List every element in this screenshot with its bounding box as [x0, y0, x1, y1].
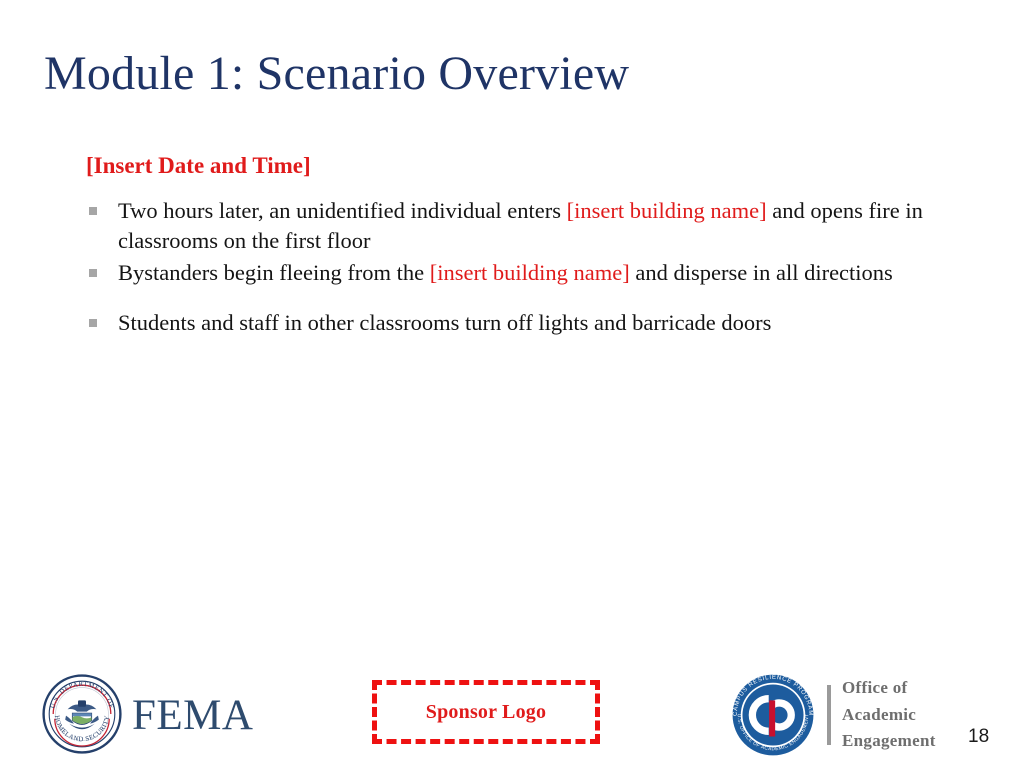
page-title: Module 1: Scenario Overview [44, 47, 630, 100]
bullet-item: Students and staff in other classrooms t… [86, 308, 966, 338]
crp-text-line-2: Academic [842, 704, 917, 724]
campus-resilience-program-seal-icon: CAMPUS RESILIENCE PROGRAM U.S. OFFICE OF… [732, 674, 814, 756]
bullet-square-icon [89, 319, 97, 328]
bullet-text: and disperse in all directions [629, 260, 893, 286]
office-of-academic-engagement-label: Office of Academic Engagement [842, 675, 936, 754]
bullet-item: Bystanders begin fleeing from the [inser… [86, 258, 966, 288]
bullet-text: Bystanders begin fleeing from the [118, 260, 430, 286]
bullet-text: Students and staff in other classrooms t… [118, 310, 772, 336]
crp-logo-group: CAMPUS RESILIENCE PROGRAM U.S. OFFICE OF… [730, 672, 936, 758]
placeholder-text: [insert building name] [429, 260, 630, 286]
sponsor-logo-placeholder[interactable]: Sponsor Logo [372, 680, 600, 744]
bullet-square-icon [89, 269, 97, 278]
bullet-square-icon [89, 206, 97, 215]
dhs-seal-icon: U.S. DEPARTMENT OF HOMELAND SECURITY [42, 674, 122, 754]
placeholder-text: [insert building name] [566, 197, 767, 223]
fema-wordmark: FEMA [132, 691, 254, 739]
slide-canvas: Module 1: Scenario Overview [Insert Date… [0, 0, 1024, 768]
date-time-heading: [Insert Date and Time] [86, 153, 311, 178]
sponsor-logo-label: Sponsor Logo [425, 700, 547, 723]
fema-logo-group: U.S. DEPARTMENT OF HOMELAND SECURITY FEM… [42, 674, 253, 754]
crp-text-line-3: Engagement [842, 731, 936, 751]
slide-body: [Insert Date and Time] Two hours later, … [86, 152, 966, 341]
bullet-list: Two hours later, an unidentified individ… [86, 196, 966, 339]
page-number: 18 [968, 726, 990, 747]
bullet-text: Two hours later, an unidentified individ… [118, 197, 567, 223]
crp-divider [827, 685, 831, 745]
crp-text-line-1: Office of [842, 678, 908, 698]
bullet-item: Two hours later, an unidentified individ… [86, 196, 966, 256]
